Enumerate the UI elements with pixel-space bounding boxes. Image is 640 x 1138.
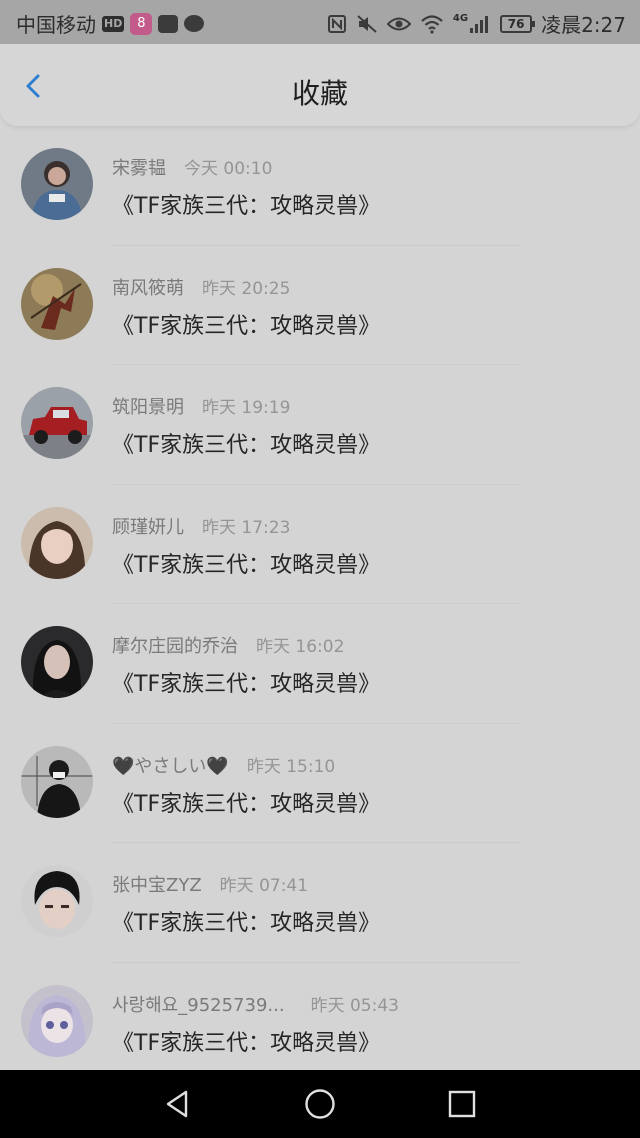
list-item[interactable]: 筑阳景明 昨天 19:19 《TF家族三代：攻略灵兽》 (0, 365, 640, 485)
nav-recents-icon[interactable] (446, 1088, 478, 1120)
chat-bubble-icon (184, 15, 205, 32)
list-item[interactable]: 南风筱萌 昨天 20:25 《TF家族三代：攻略灵兽》 (0, 246, 640, 365)
favorite-title[interactable]: 《TF家族三代：攻略灵兽》 (112, 1025, 380, 1057)
item-meta: 张中宝ZYZ 昨天 07:41 (112, 871, 308, 897)
favorite-title[interactable]: 《TF家族三代：攻略灵兽》 (112, 427, 380, 459)
status-right: 4G 76 凌晨2:27 (327, 9, 626, 38)
timestamp: 昨天 07:41 (219, 876, 309, 896)
list-item[interactable]: 摩尔庄园的乔治 昨天 16:02 《TF家族三代：攻略灵兽》 (0, 604, 640, 724)
item-meta: 筑阳景明 昨天 19:19 (112, 393, 290, 419)
timestamp: 昨天 19:19 (202, 398, 291, 418)
battery-icon: 76 (500, 14, 536, 33)
status-bar: 中国移动 HD 8 4G 76 凌晨2:27 (0, 0, 640, 44)
system-nav-bar (0, 1070, 640, 1138)
username[interactable]: 张中宝ZYZ (112, 875, 202, 896)
timestamp: 昨天 15:10 (246, 756, 336, 777)
favorite-title[interactable]: 《TF家族三代：攻略灵兽》 (112, 308, 380, 340)
favorite-title[interactable]: 《TF家族三代：攻略灵兽》 (112, 905, 380, 937)
favorite-title[interactable]: 《TF家族三代：攻略灵兽》 (112, 547, 380, 579)
avatar[interactable] (21, 626, 93, 698)
status-left: 中国移动 HD 8 (16, 9, 205, 38)
item-meta: 사랑해요_9525739... 昨天 05:43 (112, 991, 399, 1017)
avatar[interactable] (21, 387, 93, 459)
list-item[interactable]: 张中宝ZYZ 昨天 07:41 《TF家族三代：攻略灵兽》 (0, 843, 640, 963)
eye-icon (386, 17, 411, 30)
item-meta: 摩尔庄园的乔治 昨天 16:02 (112, 632, 344, 658)
clock: 凌晨2:27 (541, 13, 626, 37)
header-bar: 收藏 (0, 44, 640, 127)
nfc-icon (327, 14, 346, 33)
avatar[interactable] (21, 984, 93, 1057)
timestamp: 昨天 17:23 (202, 517, 291, 538)
carrier-label: 中国移动 (16, 13, 96, 37)
nav-back-icon[interactable] (162, 1088, 194, 1120)
timestamp: 昨天 16:02 (256, 637, 345, 657)
avatar[interactable] (21, 865, 93, 937)
avatar[interactable] (21, 267, 93, 340)
page-title: 收藏 (291, 77, 348, 110)
favorites-list: 宋雾韫 今天 00:10 《TF家族三代：攻略灵兽》 南风筱萌 昨天 20:25 《… (0, 126, 640, 1070)
avatar[interactable] (21, 506, 93, 579)
avatar[interactable] (21, 745, 93, 818)
network-type-label: 4G (452, 13, 469, 24)
username[interactable]: 顾瑾妍儿 (112, 517, 184, 538)
username[interactable]: 南风筱萌 (112, 278, 184, 299)
item-meta: 🖤やさしい🖤 昨天 15:10 (112, 752, 335, 778)
notification-app-icon: 8 (130, 12, 153, 35)
list-item[interactable]: 宋雾韫 今天 00:10 《TF家族三代：攻略灵兽》 (0, 126, 640, 246)
timestamp: 昨天 05:43 (310, 995, 399, 1016)
username[interactable]: 摩尔庄园的乔治 (112, 636, 238, 657)
item-meta: 宋雾韫 今天 00:10 (112, 154, 272, 180)
notification-message-icon (158, 14, 179, 33)
favorite-title[interactable]: 《TF家族三代：攻略灵兽》 (112, 786, 380, 818)
mute-icon (357, 14, 377, 33)
timestamp: 今天 00:10 (184, 159, 273, 179)
list-item[interactable]: 사랑해요_9525739... 昨天 05:43 《TF家族三代：攻略灵兽》 (0, 963, 640, 1071)
list-item[interactable]: 🖤やさしい🖤 昨天 15:10 《TF家族三代：攻略灵兽》 (0, 724, 640, 843)
timestamp: 昨天 20:25 (202, 278, 291, 299)
item-meta: 顾瑾妍儿 昨天 17:23 (112, 513, 290, 539)
favorite-title[interactable]: 《TF家族三代：攻略灵兽》 (112, 666, 380, 698)
username[interactable]: 사랑해요_9525739... (112, 995, 285, 1016)
username[interactable]: 宋雾韫 (112, 158, 166, 179)
list-item[interactable]: 顾瑾妍儿 昨天 17:23 《TF家族三代：攻略灵兽》 (0, 485, 640, 604)
wifi-icon (421, 14, 443, 34)
signal-icon (470, 15, 489, 33)
nav-home-icon[interactable] (304, 1088, 336, 1120)
username[interactable]: 🖤やさしい🖤 (112, 756, 229, 777)
favorite-title[interactable]: 《TF家族三代：攻略灵兽》 (112, 188, 380, 220)
item-meta: 南风筱萌 昨天 20:25 (112, 274, 290, 300)
hd-icon: HD (102, 15, 125, 32)
username[interactable]: 筑阳景明 (112, 397, 184, 418)
avatar[interactable] (21, 148, 93, 220)
